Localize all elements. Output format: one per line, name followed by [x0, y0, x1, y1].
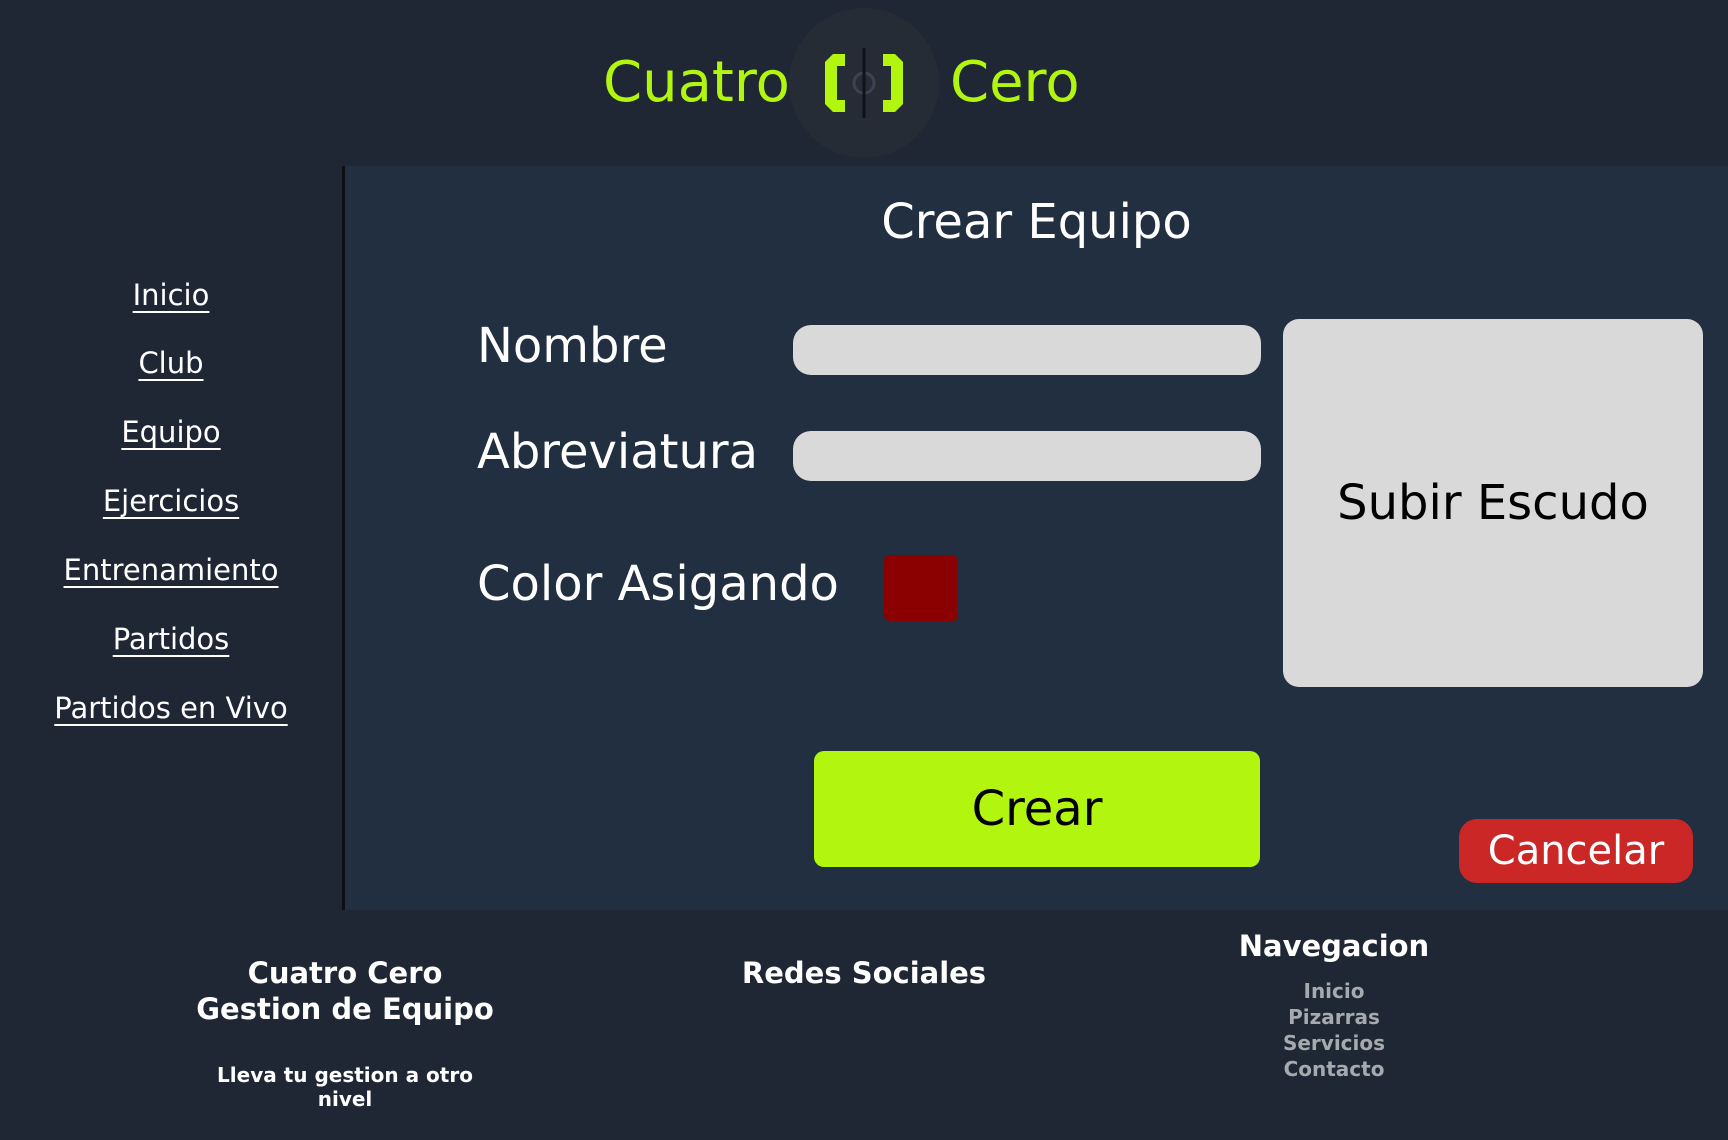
footer-social-title: Redes Sociales	[741, 956, 987, 990]
footer-link-inicio[interactable]: Inicio	[1234, 979, 1434, 1003]
footer-brand-line1: Cuatro Cero	[247, 956, 443, 990]
upload-crest-label: Subir Escudo	[1337, 475, 1649, 531]
footer-link-contacto[interactable]: Contacto	[1234, 1057, 1434, 1081]
color-label: Color Asigando	[477, 556, 839, 612]
footer-tagline: Lleva tu gestion a otro nivel	[217, 1063, 473, 1111]
create-team-panel: Crear Equipo Nombre Abreviatura Color As…	[345, 166, 1728, 910]
page-title: Crear Equipo	[881, 194, 1192, 250]
footer-link-servicios[interactable]: Servicios	[1234, 1031, 1434, 1055]
sidebar: Inicio Club Equipo Ejercicios Entrenamie…	[0, 166, 342, 910]
cancel-button[interactable]: Cancelar	[1459, 819, 1693, 883]
sidebar-item-inicio[interactable]: Inicio	[0, 278, 342, 312]
sidebar-item-ejercicios[interactable]: Ejercicios	[0, 484, 342, 518]
create-button-label: Crear	[971, 781, 1103, 837]
footer-brand-line2: Gestion de Equipo	[196, 992, 494, 1026]
footer: Cuatro Cero Gestion de Equipo Lleva tu g…	[0, 910, 1728, 1140]
brand-name-left: Cuatro	[603, 50, 790, 115]
header: Cuatro Cero	[0, 0, 1728, 166]
sidebar-item-club[interactable]: Club	[0, 346, 342, 380]
nombre-label: Nombre	[477, 318, 668, 374]
footer-nav-title: Navegacion	[1238, 929, 1430, 963]
abreviatura-label: Abreviatura	[477, 424, 759, 480]
brand-name-right: Cero	[950, 50, 1080, 115]
abreviatura-input[interactable]	[793, 431, 1261, 481]
nombre-input[interactable]	[793, 325, 1261, 375]
sidebar-item-equipo[interactable]: Equipo	[0, 415, 342, 449]
color-picker-swatch[interactable]	[884, 555, 958, 621]
sidebar-item-partidos[interactable]: Partidos	[0, 622, 342, 656]
cancel-button-label: Cancelar	[1487, 828, 1665, 874]
sidebar-item-partidos-en-vivo[interactable]: Partidos en Vivo	[0, 691, 342, 725]
logo[interactable]	[789, 8, 939, 158]
logo-icon	[825, 48, 903, 118]
create-button[interactable]: Crear	[814, 751, 1260, 867]
upload-crest-button[interactable]: Subir Escudo	[1283, 319, 1703, 687]
footer-link-pizarras[interactable]: Pizarras	[1234, 1005, 1434, 1029]
sidebar-item-entrenamiento[interactable]: Entrenamiento	[0, 553, 342, 587]
